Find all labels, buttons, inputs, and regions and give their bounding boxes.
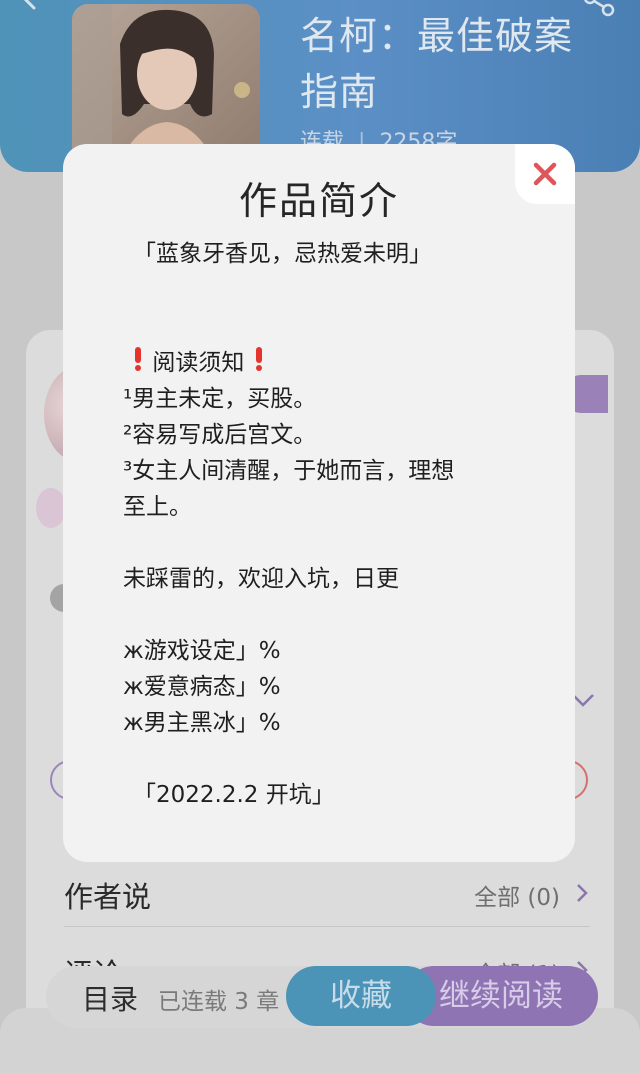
- chapter-count: 已连载 3 章: [158, 989, 280, 1015]
- close-icon: [533, 162, 557, 186]
- close-button[interactable]: [515, 144, 575, 204]
- synopsis-tag-3: ж男主黑冰」%: [123, 710, 281, 736]
- synopsis-rule-1: ¹男主未定，买股。: [123, 386, 317, 412]
- author-says-label: 作者说: [64, 880, 152, 914]
- badge-emblem-icon: [36, 488, 66, 528]
- back-arrow-icon[interactable]: [14, 0, 44, 12]
- synopsis-welcome: 未踩雷的，欢迎入坑，日更: [123, 566, 399, 592]
- divider: [64, 926, 590, 927]
- chevron-right-icon: [577, 884, 588, 902]
- synopsis-rule-3-cont: 至上。: [123, 494, 192, 520]
- synopsis-tag-2: ж爱意病态」%: [123, 674, 281, 700]
- synopsis-slogan: 「蓝象牙香见，忌热爱未明」: [133, 241, 432, 267]
- reading-notice-label: 阅读须知: [152, 350, 245, 376]
- collect-button[interactable]: 收藏: [286, 966, 436, 1026]
- author-says-row[interactable]: 作者说 全部 (0): [64, 868, 590, 918]
- synopsis-modal: 作品简介 「蓝象牙香见，忌热爱未明」 阅读须知 ¹男主未定，买股。 ²容易写成后…: [63, 144, 575, 862]
- exclamation-icon: [255, 347, 262, 371]
- exclamation-icon: [135, 347, 141, 371]
- synopsis-rule-3: ³女主人间清醒，于她而言，理想: [123, 458, 455, 484]
- book-title: 名柯：最佳破案指南: [300, 14, 574, 114]
- reading-notice-line: 阅读须知: [131, 344, 533, 381]
- author-says-link[interactable]: 全部 (0): [474, 878, 560, 912]
- synopsis-tag-1: ж游戏设定」%: [123, 638, 281, 664]
- toc-button[interactable]: 目录: [82, 978, 138, 1018]
- modal-title: 作品简介: [238, 179, 399, 223]
- synopsis-text: 「蓝象牙香见，忌热爱未明」 阅读须知 ¹男主未定，买股。 ²容易写成后宫文。 ³…: [123, 236, 533, 806]
- synopsis-rule-2: ²容易写成后宫文。: [123, 422, 317, 448]
- synopsis-start-date: 「2022.2.2 开坑」: [133, 782, 335, 806]
